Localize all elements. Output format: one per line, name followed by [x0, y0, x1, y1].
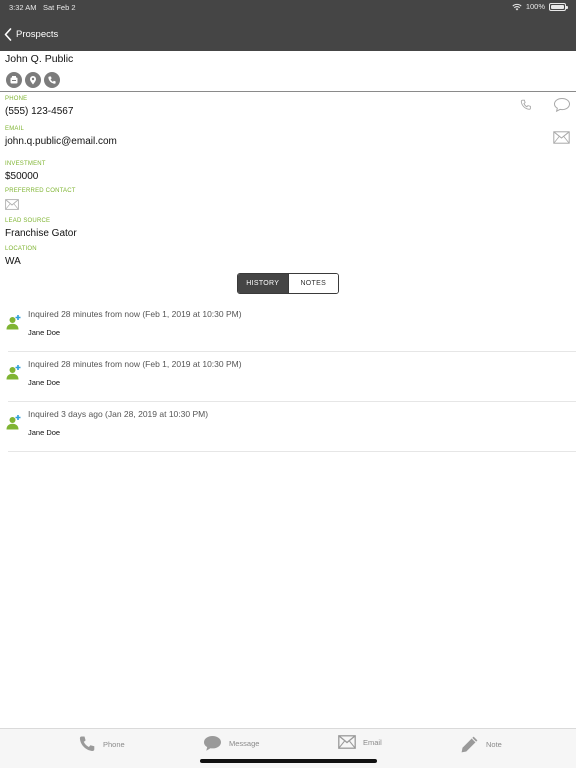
- history-text: Inquired 3 days ago (Jan 28, 2019 at 10:…: [28, 409, 209, 419]
- location-pin-icon[interactable]: [25, 72, 41, 88]
- phone-label: PHONE: [5, 96, 28, 102]
- history-person: Jane Doe: [28, 428, 61, 437]
- chevron-left-icon: [4, 28, 12, 41]
- status-right: 100%: [512, 2, 568, 11]
- inbox-icon[interactable]: [6, 72, 22, 88]
- history-person: Jane Doe: [28, 328, 61, 337]
- history-item[interactable]: Inquired 28 minutes from now (Feb 1, 201…: [0, 302, 576, 352]
- message-bubble-icon[interactable]: [553, 97, 571, 113]
- history-item[interactable]: Inquired 3 days ago (Jan 28, 2019 at 10:…: [0, 402, 576, 452]
- tab-phone[interactable]: Phone: [78, 735, 125, 753]
- investment-value: $50000: [5, 171, 39, 182]
- tab-phone-label: Phone: [103, 739, 125, 749]
- history-text: Inquired 28 minutes from now (Feb 1, 201…: [28, 359, 242, 369]
- tab-note[interactable]: Note: [460, 735, 502, 754]
- history-item[interactable]: Inquired 28 minutes from now (Feb 1, 201…: [0, 352, 576, 402]
- add-person-icon: [6, 365, 21, 380]
- phone-icon: [79, 736, 95, 751]
- message-icon: [204, 736, 221, 751]
- wifi-icon: [512, 3, 522, 10]
- investment-label: INVESTMENT: [5, 161, 46, 167]
- lead-source-label: LEAD SOURCE: [5, 218, 51, 224]
- add-person-icon: [6, 315, 21, 330]
- battery-percent: 100%: [525, 2, 545, 11]
- navigation-bar: 3:32 AM Sat Feb 2 100% Prospects: [0, 0, 576, 51]
- envelope-icon: [5, 199, 19, 210]
- tab-history[interactable]: HISTORY: [238, 274, 288, 293]
- status-bar: 3:32 AM Sat Feb 2 100%: [0, 0, 576, 14]
- history-notes-segmented-control: HISTORY NOTES: [237, 273, 339, 294]
- tab-notes[interactable]: NOTES: [287, 274, 338, 293]
- back-button[interactable]: Prospects: [4, 28, 58, 41]
- status-time: 3:32 AM: [9, 3, 37, 12]
- tab-message[interactable]: Message: [203, 735, 259, 752]
- battery-icon: [549, 2, 568, 11]
- tab-email[interactable]: Email: [338, 735, 382, 749]
- tab-note-label: Note: [486, 740, 502, 749]
- email-label: EMAIL: [5, 126, 25, 132]
- location-value: WA: [5, 256, 21, 267]
- phone-call-icon[interactable]: [520, 99, 532, 111]
- preferred-contact-label: PREFERRED CONTACT: [5, 188, 76, 194]
- home-indicator: [200, 759, 377, 763]
- row-divider: [8, 451, 576, 452]
- history-text: Inquired 28 minutes from now (Feb 1, 201…: [28, 309, 242, 319]
- battery-fill: [551, 4, 564, 9]
- contact-actions: [6, 72, 60, 88]
- contact-name: John Q. Public: [5, 53, 74, 65]
- phone-value[interactable]: (555) 123-4567: [5, 106, 73, 117]
- phone-icon[interactable]: [44, 72, 60, 88]
- back-label: Prospects: [16, 29, 59, 40]
- history-person: Jane Doe: [28, 378, 61, 387]
- status-date: Sat Feb 2: [43, 3, 76, 12]
- pencil-icon: [461, 736, 478, 753]
- add-person-icon: [6, 415, 21, 430]
- email-value[interactable]: john.q.public@email.com: [5, 136, 117, 147]
- location-label: LOCATION: [5, 246, 37, 252]
- envelope-icon: [338, 735, 356, 749]
- email-envelope-icon[interactable]: [553, 131, 570, 144]
- tab-message-label: Message: [229, 739, 260, 748]
- lead-source-value: Franchise Gator: [5, 228, 77, 239]
- header-divider: [0, 91, 576, 92]
- tab-email-label: Email: [363, 737, 382, 747]
